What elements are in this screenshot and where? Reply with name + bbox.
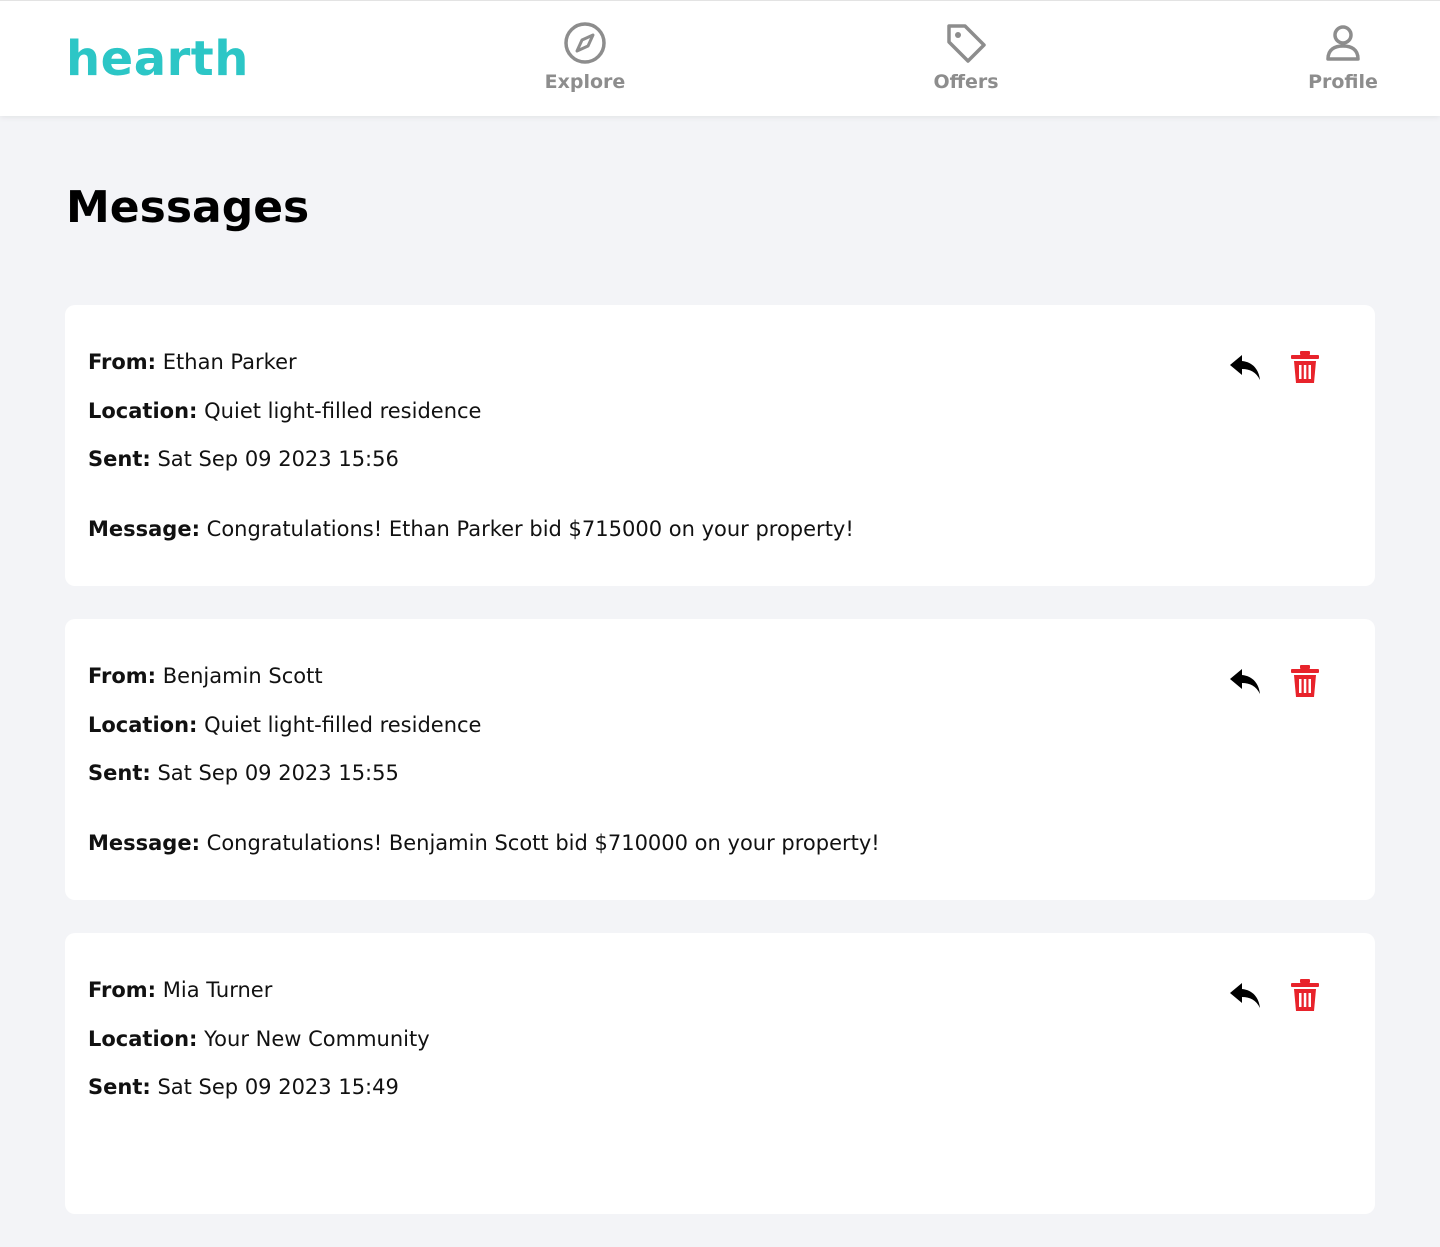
- message-actions: [1227, 663, 1323, 699]
- message-actions: [1227, 977, 1323, 1013]
- message-sent: Sent: Sat Sep 09 2023 15:55: [88, 758, 399, 788]
- message-body: Message: Congratulations! Ethan Parker b…: [88, 514, 854, 544]
- nav-profile-label: Profile: [1308, 71, 1378, 93]
- hearth-logo[interactable]: hearth: [66, 31, 249, 87]
- sent-value: Sat Sep 09 2023 15:56: [157, 447, 399, 471]
- location-value: Your New Community: [204, 1027, 430, 1051]
- trash-icon: [1291, 665, 1319, 697]
- user-icon: [1326, 25, 1360, 61]
- message-label: Message:: [88, 517, 200, 541]
- nav-offers[interactable]: Offers: [911, 21, 1021, 93]
- message-list: From: Ethan Parker Location: Quiet light…: [65, 305, 1375, 1247]
- message-location: Location: Quiet light-filled residence: [88, 710, 481, 740]
- message-from: From: Benjamin Scott: [88, 661, 323, 691]
- location-value: Quiet light-filled residence: [204, 399, 482, 423]
- message-card: From: Ethan Parker Location: Quiet light…: [65, 305, 1375, 586]
- sent-label: Sent:: [88, 447, 151, 471]
- message-card: From: Benjamin Scott Location: Quiet lig…: [65, 619, 1375, 900]
- message-location: Location: Your New Community: [88, 1024, 430, 1054]
- message-body: Message: Congratulations! Benjamin Scott…: [88, 828, 880, 858]
- message-card: From: Mia Turner Location: Your New Comm…: [65, 933, 1375, 1214]
- top-navigation-bar: hearth Explore Offers Profile: [0, 0, 1440, 116]
- message-sent: Sent: Sat Sep 09 2023 15:49: [88, 1072, 399, 1102]
- message-from: From: Mia Turner: [88, 975, 272, 1005]
- reply-icon: [1230, 669, 1260, 694]
- nav-offers-label: Offers: [933, 71, 999, 93]
- from-value: Benjamin Scott: [162, 664, 323, 688]
- page-title: Messages: [66, 182, 310, 233]
- from-label: From:: [88, 350, 157, 374]
- message-location: Location: Quiet light-filled residence: [88, 396, 481, 426]
- sent-label: Sent:: [88, 761, 151, 785]
- from-label: From:: [88, 664, 157, 688]
- reply-button[interactable]: [1227, 977, 1263, 1013]
- reply-icon: [1230, 355, 1260, 380]
- sent-value: Sat Sep 09 2023 15:49: [157, 1075, 399, 1099]
- message-label: Message:: [88, 831, 200, 855]
- location-label: Location:: [88, 1027, 198, 1051]
- delete-button[interactable]: [1287, 349, 1323, 385]
- from-value: Mia Turner: [162, 978, 273, 1002]
- trash-icon: [1291, 979, 1319, 1011]
- location-label: Location:: [88, 713, 198, 737]
- sent-value: Sat Sep 09 2023 15:55: [157, 761, 399, 785]
- nav-profile[interactable]: Profile: [1288, 21, 1398, 93]
- nav-explore[interactable]: Explore: [530, 21, 640, 93]
- compass-icon: [564, 22, 606, 64]
- message-value: Congratulations! Benjamin Scott bid $710…: [206, 831, 880, 855]
- tag-icon: [947, 24, 986, 63]
- trash-icon: [1291, 351, 1319, 383]
- reply-button[interactable]: [1227, 663, 1263, 699]
- message-value: Congratulations! Ethan Parker bid $71500…: [206, 517, 854, 541]
- nav-explore-label: Explore: [544, 71, 626, 93]
- reply-icon: [1230, 983, 1260, 1008]
- location-value: Quiet light-filled residence: [204, 713, 482, 737]
- from-label: From:: [88, 978, 157, 1002]
- delete-button[interactable]: [1287, 977, 1323, 1013]
- sent-label: Sent:: [88, 1075, 151, 1099]
- message-sent: Sent: Sat Sep 09 2023 15:56: [88, 444, 399, 474]
- reply-button[interactable]: [1227, 349, 1263, 385]
- message-actions: [1227, 349, 1323, 385]
- location-label: Location:: [88, 399, 198, 423]
- message-from: From: Ethan Parker: [88, 347, 297, 377]
- from-value: Ethan Parker: [162, 350, 297, 374]
- delete-button[interactable]: [1287, 663, 1323, 699]
